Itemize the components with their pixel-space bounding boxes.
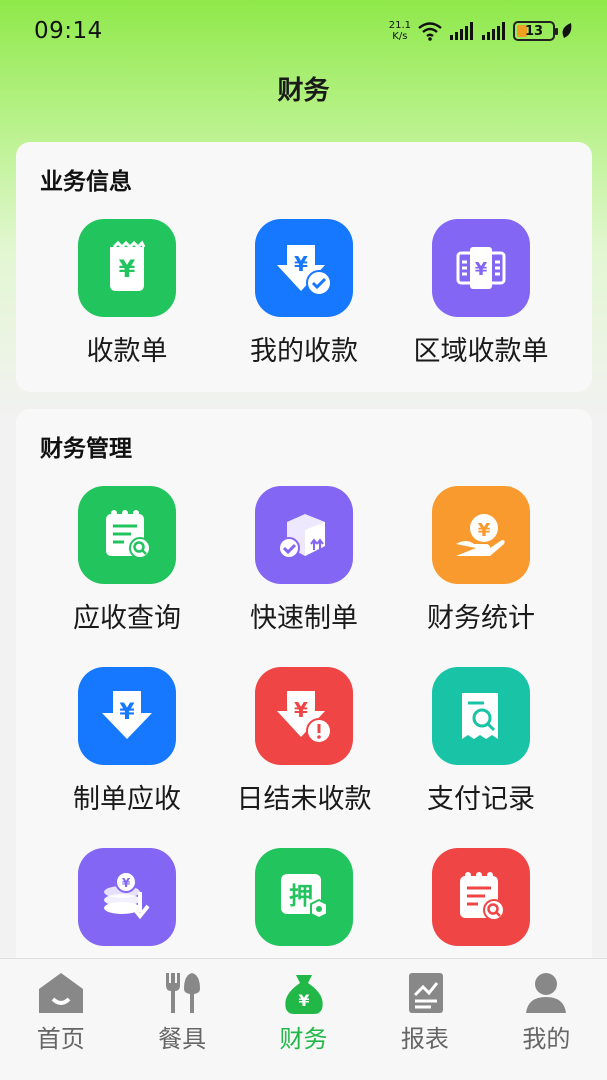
receipt-yuan-icon: ¥	[78, 219, 176, 317]
svg-text:¥: ¥	[294, 698, 308, 722]
receivable-query-item[interactable]: 应收查询	[31, 486, 223, 635]
tab-label: 报表	[400, 1025, 449, 1053]
item-label: 日结未收款	[236, 784, 372, 815]
item-label: 我的收款	[250, 336, 358, 367]
tab-label: 我的	[522, 1025, 571, 1053]
cutlery-icon	[166, 973, 201, 1013]
signal-icon	[450, 22, 473, 40]
network-speed: 21.1 K/s	[389, 20, 411, 42]
tab-label: 财务	[279, 1025, 328, 1053]
quick-order-item[interactable]: 快速制单	[208, 486, 400, 635]
order-receivable-item[interactable]: ¥ 制单应收	[31, 667, 223, 816]
network-speed-value: 21.1	[388, 20, 411, 31]
item-label: 快速制单	[250, 603, 358, 634]
tab-mine[interactable]: 我的	[486, 959, 607, 1080]
item-label: 收款单	[86, 336, 168, 367]
deposit-item[interactable]: 押	[208, 848, 400, 946]
svg-text:¥: ¥	[294, 252, 308, 276]
svg-text:¥: ¥	[122, 876, 131, 890]
item-label: 支付记录	[427, 784, 535, 815]
battery-indicator: 13	[513, 21, 558, 41]
section-title-business: 业务信息	[40, 169, 132, 195]
my-payments-item[interactable]: ¥ 我的收款	[208, 219, 400, 368]
network-speed-unit: K/s	[392, 31, 408, 42]
money-bag-icon: ¥	[284, 975, 323, 1014]
daily-unpaid-item[interactable]: ¥ 日结未收款	[208, 667, 400, 816]
coins-item[interactable]: ¥	[31, 848, 223, 946]
svg-text:¥: ¥	[119, 700, 135, 725]
receipt-item[interactable]: ¥ 收款单	[31, 219, 223, 368]
svg-text:¥: ¥	[119, 255, 136, 283]
area-receipt-item[interactable]: ¥ 区域收款单	[385, 219, 577, 368]
item-label: 区域收款单	[413, 336, 549, 367]
yuan-down-arrow-icon: ¥	[78, 667, 176, 765]
status-bar: 09:14 21.1 K/s 13	[0, 0, 607, 62]
notepad-search-icon	[432, 848, 530, 946]
yuan-down-warning-icon: ¥	[255, 667, 353, 765]
tab-label: 餐具	[158, 1025, 207, 1053]
status-icons: 21.1 K/s 13	[389, 20, 573, 42]
banknote-yuan-icon: ¥	[432, 219, 530, 317]
tab-label: 首页	[36, 1025, 85, 1053]
hand-coin-icon: ¥	[432, 486, 530, 584]
svg-text:¥: ¥	[298, 991, 309, 1010]
deposit-settings-icon: 押	[255, 848, 353, 946]
svg-text:押: 押	[289, 882, 313, 910]
status-time: 09:14	[34, 18, 103, 44]
page-title: 财务	[277, 76, 330, 106]
user-icon	[526, 973, 567, 1013]
tab-finance[interactable]: ¥ 财务	[243, 959, 364, 1080]
coins-down-icon: ¥	[78, 848, 176, 946]
item-label: 财务统计	[427, 603, 535, 634]
bottom-tab-bar: 首页 餐具 ¥ 财务 报表 我的	[0, 958, 607, 1080]
svg-text:¥: ¥	[475, 259, 488, 280]
item-label: 制单应收	[73, 784, 181, 815]
box-check-icon	[255, 486, 353, 584]
report-search-item[interactable]	[385, 848, 577, 946]
svg-text:¥: ¥	[478, 520, 491, 541]
signal-icon-2	[482, 22, 505, 40]
yuan-down-check-icon: ¥	[255, 219, 353, 317]
tab-tableware[interactable]: 餐具	[121, 959, 242, 1080]
payment-records-item[interactable]: 支付记录	[385, 667, 577, 816]
finance-management-card: 财务管理 应收查询 快速制单 ¥ 财务统计 ¥ 制单应收 ¥ 日结未收款 支付记…	[16, 409, 592, 969]
receipt-search-icon	[432, 667, 530, 765]
tab-reports[interactable]: 报表	[364, 959, 485, 1080]
finance-stats-item[interactable]: ¥ 财务统计	[385, 486, 577, 635]
report-chart-icon	[408, 973, 443, 1013]
leaf-icon	[562, 23, 572, 38]
section-title-finance: 财务管理	[40, 436, 132, 462]
home-icon	[38, 973, 83, 1013]
item-label: 应收查询	[73, 603, 181, 634]
business-info-card: 业务信息 ¥ 收款单 ¥ 我的收款 ¥ 区域收款单	[16, 142, 592, 392]
battery-level: 13	[524, 23, 544, 39]
tab-home[interactable]: 首页	[0, 959, 121, 1080]
notepad-search-icon	[78, 486, 176, 584]
wifi-icon	[418, 22, 442, 41]
